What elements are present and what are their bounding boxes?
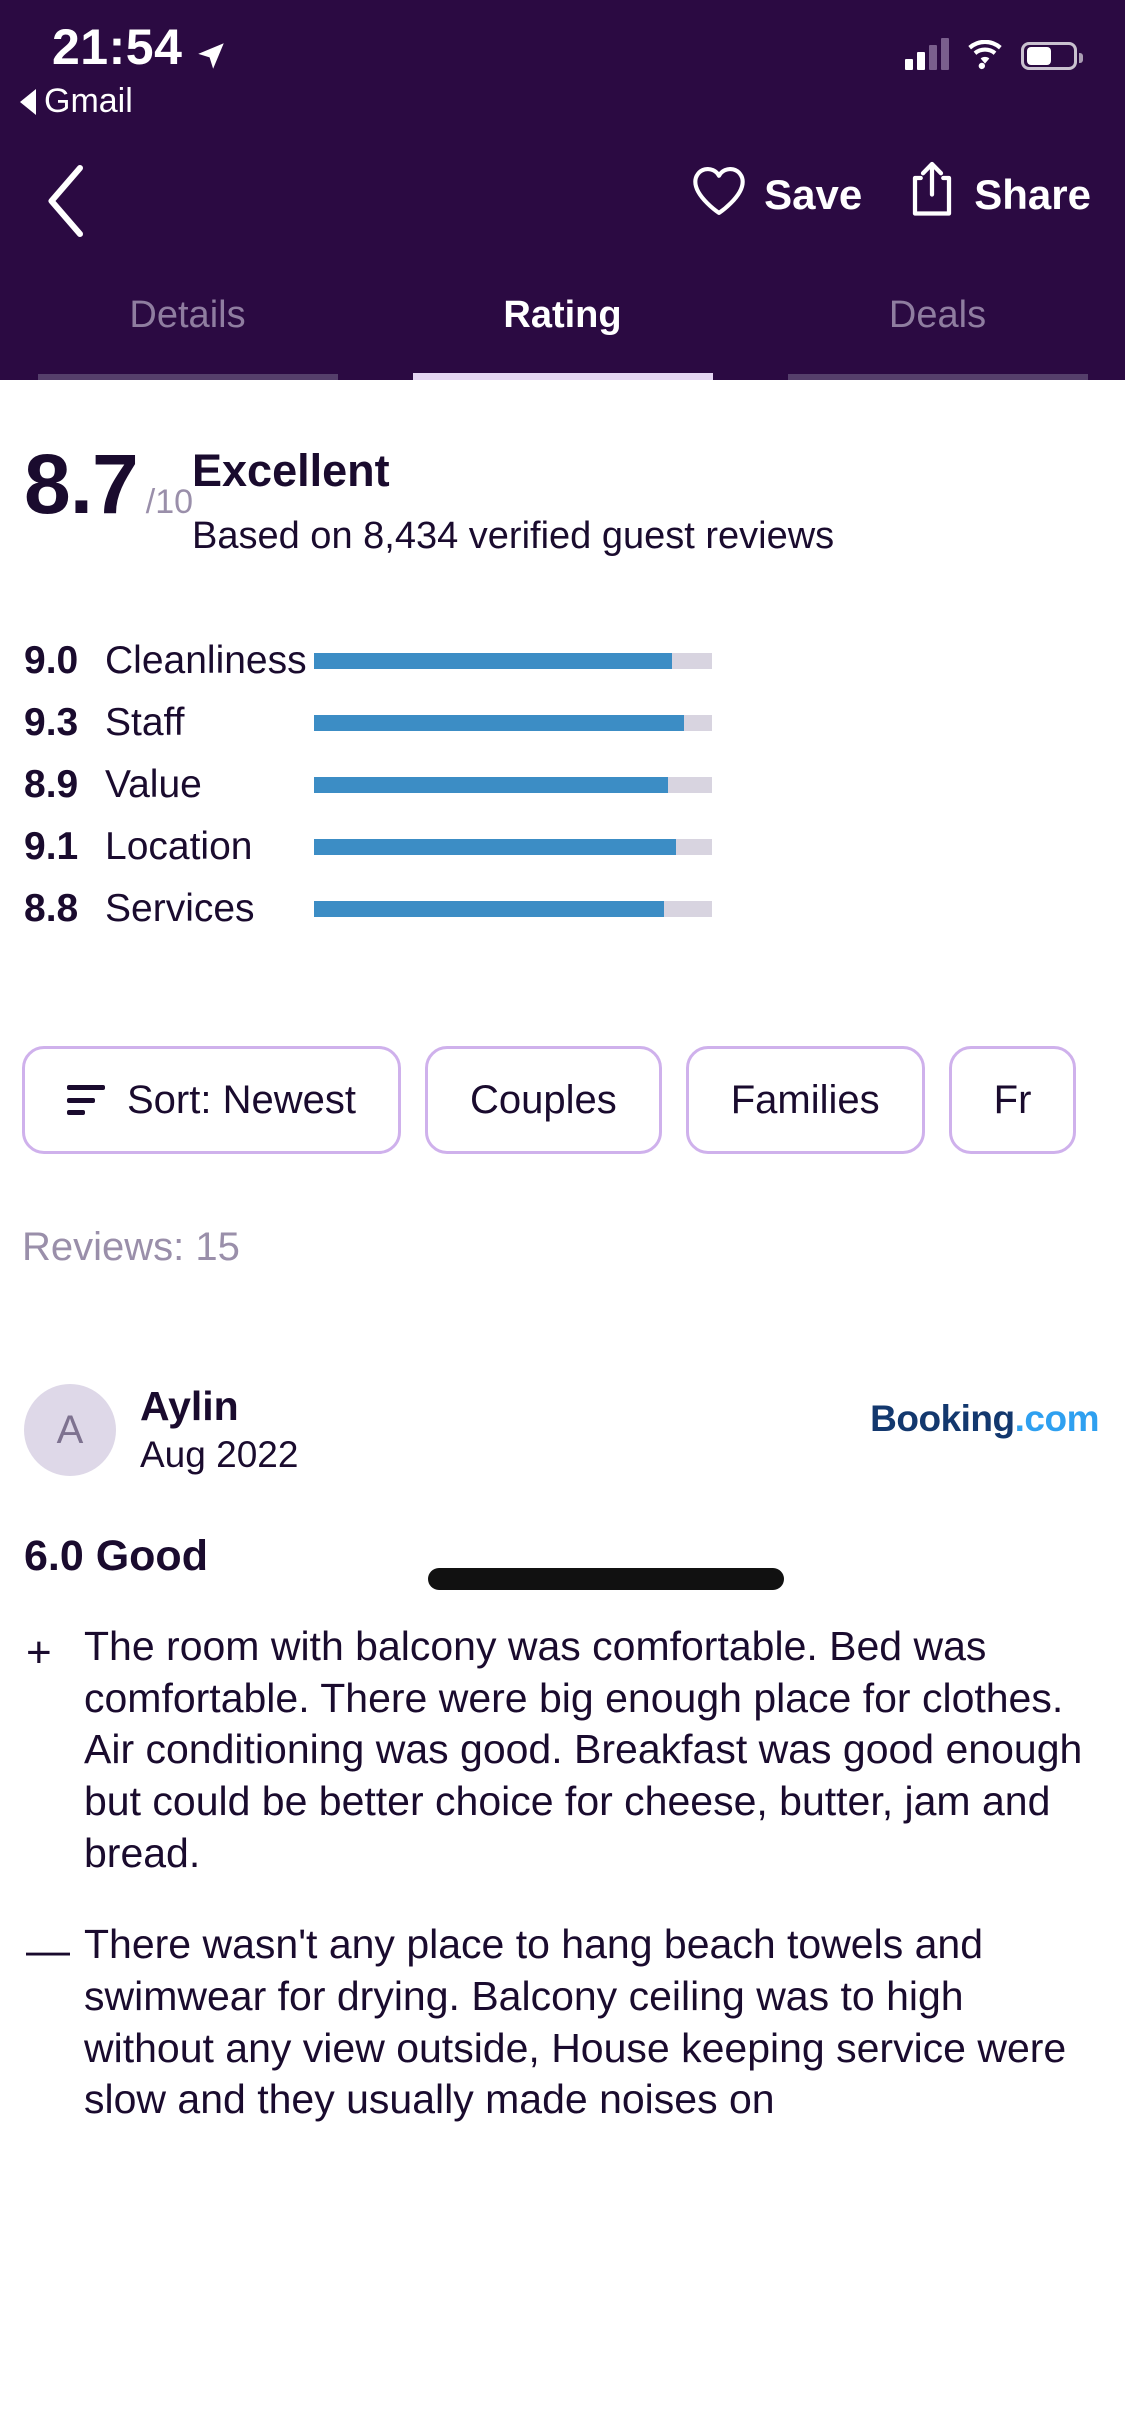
filter-chip-label: Fr: [993, 1077, 1032, 1122]
review-positive: + The room with balcony was comfortable.…: [0, 1621, 1125, 1879]
tab-deals[interactable]: Deals: [750, 292, 1125, 380]
cellular-signal-icon: [905, 38, 949, 70]
battery-icon: [1021, 42, 1083, 70]
score-value-group: 8.7 /10: [0, 437, 193, 531]
rating-category-row: 9.3 Staff: [0, 692, 1125, 754]
tab-rating[interactable]: Rating: [375, 292, 750, 380]
avatar: A: [24, 1384, 116, 1476]
reviews-count: Reviews: 15: [22, 1225, 240, 1269]
nav-actions: Save Share: [690, 160, 1091, 230]
save-button[interactable]: Save: [690, 163, 862, 227]
rating-category-row: 9.0 Cleanliness: [0, 630, 1125, 692]
triangle-left-icon: [20, 88, 36, 115]
rating-category-bar-fill: [314, 653, 673, 669]
rating-category-bar-track: [314, 839, 712, 855]
status-indicators: [905, 38, 1083, 70]
score-denominator: /10: [145, 483, 194, 521]
filter-chip[interactable]: Sort: Newest: [22, 1046, 401, 1154]
rating-category-score: 9.0: [24, 639, 79, 682]
wifi-icon: [965, 39, 1005, 70]
score-subtitle: Based on 8,434 verified guest reviews: [192, 514, 835, 557]
score-title: Excellent: [192, 445, 390, 496]
rating-category-score: 9.1: [24, 825, 79, 868]
rating-category-row: 8.9 Value: [0, 754, 1125, 816]
share-upload-icon: [906, 160, 958, 230]
heart-icon: [690, 163, 748, 227]
review-negative-text: There wasn't any place to hang beach tow…: [84, 1921, 1067, 2123]
rating-category-bar-track: [314, 653, 712, 669]
review-source-logo: Booking.com: [870, 1398, 1099, 1440]
rating-category-bar-fill: [314, 901, 665, 917]
reviewer-name: Aylin: [140, 1383, 239, 1430]
tab-bar: Details Rating Deals: [0, 292, 1125, 380]
brand-name-part2: .com: [1014, 1398, 1100, 1439]
score-text-group: Excellent Based on 8,434 verified guest …: [188, 442, 834, 559]
rating-category-row: 8.8 Services: [0, 878, 1125, 940]
filter-chip-label: Couples: [469, 1077, 617, 1122]
rating-category-label: Cleanliness: [105, 639, 307, 682]
rating-category-bar-track: [314, 715, 712, 731]
share-label: Share: [974, 171, 1091, 218]
rating-category-chart: 9.0 Cleanliness 9.3 Staff 8.9 Value 9.1 Locatio…: [0, 630, 1125, 940]
overall-score: 8.7 /10 Excellent Based on 8,434 verifie…: [0, 442, 1125, 559]
rating-category-bar-fill: [314, 715, 685, 731]
filter-chip-row[interactable]: Sort: Newest Couples Families Fr: [0, 1040, 1125, 1160]
nav-bar: Save Share: [0, 150, 1125, 260]
tab-deals-label: Deals: [888, 294, 987, 336]
rating-category-label: Staff: [105, 701, 185, 744]
return-app-label: Gmail: [44, 82, 133, 120]
share-button[interactable]: Share: [906, 160, 1091, 230]
review-date: Aug 2022: [140, 1434, 299, 1476]
rating-category-score: 8.9: [24, 763, 79, 806]
reviewer-info: Aylin Aug 2022: [140, 1383, 298, 1477]
status-time-group: 21:54: [52, 18, 228, 76]
rating-category-row: 9.1 Location: [0, 816, 1125, 878]
filter-chip[interactable]: Families: [685, 1046, 925, 1154]
score-value: 8.7: [24, 437, 139, 531]
phone-screen: 21:54 Gmail Save Share Details Rating De…: [0, 0, 1125, 2436]
rating-panel: 8.7 /10 Excellent Based on 8,434 verifie…: [0, 380, 1125, 2436]
review-positive-text: The room with balcony was comfortable. B…: [84, 1623, 1083, 1876]
status-time: 21:54: [52, 19, 183, 75]
save-label: Save: [764, 171, 863, 218]
chevron-left-icon: [44, 164, 86, 242]
plus-icon: +: [26, 1628, 52, 1677]
redaction-bar: [428, 1568, 784, 1590]
review-header: A Aylin Aug 2022 Booking.com: [0, 1380, 1125, 1480]
return-to-app-button[interactable]: Gmail: [20, 82, 133, 121]
rating-category-bar-fill: [314, 839, 677, 855]
review-negative: — There wasn't any place to hang beach t…: [0, 1919, 1125, 2126]
back-button[interactable]: [20, 158, 110, 248]
filter-chip[interactable]: Couples: [424, 1046, 662, 1154]
tab-details[interactable]: Details: [0, 292, 375, 380]
tab-rating-underline: [412, 373, 713, 380]
rating-category-label: Value: [105, 763, 202, 806]
app-header: 21:54 Gmail Save Share Details Rating De…: [0, 0, 1125, 380]
rating-category-label: Location: [105, 825, 253, 868]
rating-category-score: 9.3: [24, 701, 79, 744]
filter-chip[interactable]: Fr: [948, 1046, 1077, 1154]
rating-category-score: 8.8: [24, 887, 79, 930]
minus-icon: —: [26, 1926, 70, 1976]
filter-chip-label: Families: [730, 1077, 880, 1122]
rating-category-bar-track: [314, 777, 712, 793]
rating-category-bar-fill: [314, 777, 669, 793]
sort-icon: [67, 1085, 105, 1115]
rating-category-label: Services: [105, 887, 255, 930]
brand-name-part1: Booking: [870, 1398, 1015, 1439]
review-card: A Aylin Aug 2022 Booking.com 6.0 Good + …: [0, 1380, 1125, 2126]
tab-rating-label: Rating: [503, 294, 622, 336]
location-arrow-icon: [194, 27, 228, 69]
filter-chip-label: Sort: Newest: [127, 1077, 356, 1122]
tab-details-label: Details: [129, 294, 246, 336]
rating-category-bar-track: [314, 901, 712, 917]
status-bar: 21:54 Gmail: [0, 0, 1125, 140]
